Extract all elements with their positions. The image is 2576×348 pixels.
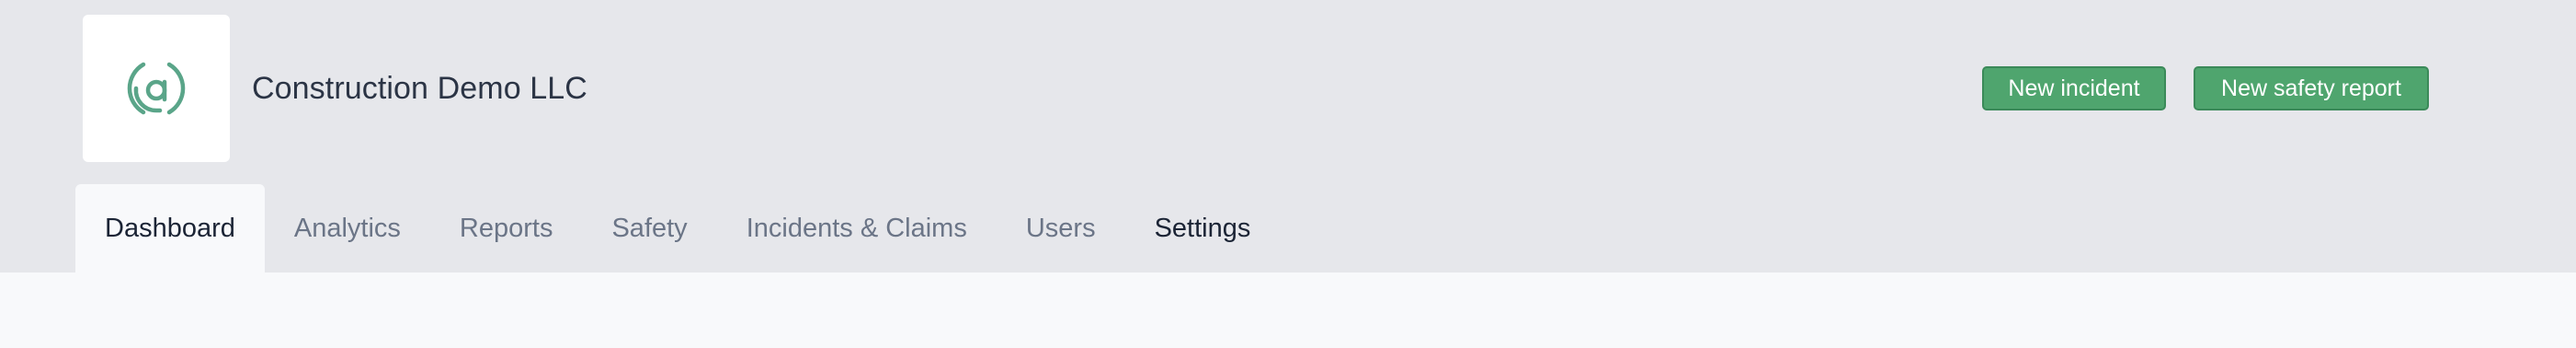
company-logo[interactable] (83, 15, 230, 162)
tab-safety[interactable]: Safety (582, 184, 716, 273)
tab-incidents-claims[interactable]: Incidents & Claims (717, 184, 997, 273)
at-sign-logo-icon (127, 62, 186, 115)
tab-dashboard[interactable]: Dashboard (75, 184, 265, 273)
new-safety-report-button[interactable]: New safety report (2194, 66, 2429, 110)
new-incident-button[interactable]: New incident (1982, 66, 2166, 110)
app-header: Construction Demo LLC New incident New s… (0, 0, 2576, 273)
tab-users[interactable]: Users (997, 184, 1125, 273)
main-nav-tabs: Dashboard Analytics Reports Safety Incid… (75, 184, 1280, 273)
page-content-area (0, 273, 2576, 348)
tab-reports[interactable]: Reports (430, 184, 583, 273)
company-name: Construction Demo LLC (252, 71, 587, 106)
tab-settings[interactable]: Settings (1125, 184, 1281, 273)
tab-analytics[interactable]: Analytics (265, 184, 430, 273)
